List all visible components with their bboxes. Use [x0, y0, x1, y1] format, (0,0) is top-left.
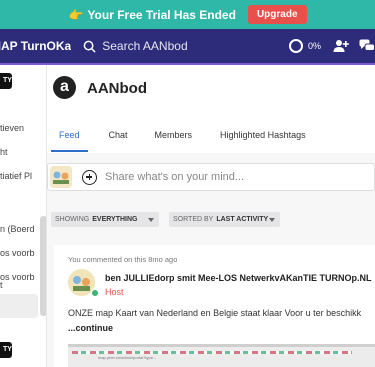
showing-filter-label: SHOWING — [55, 216, 90, 223]
group-header: a AANbod Feed Chat Members Highlighted H… — [47, 65, 375, 153]
group-tabs: Feed Chat Members Highlighted Hashtags — [47, 117, 375, 153]
post-body-text: ONZE map Kaart van Nederland en Belgie s… — [68, 308, 362, 318]
trial-banner: 👉 Your Free Trial Has Ended Upgrade — [0, 0, 375, 29]
sort-filter-dropdown[interactable]: SORTED BY LAST ACTIVITY — [169, 212, 280, 227]
sidebar-item[interactable]: tiatief Pl — [0, 171, 32, 181]
sidebar-item[interactable]: os voorb — [0, 272, 35, 282]
sort-filter-label: SORTED BY — [173, 216, 214, 223]
image-url-text: map.prier.co/admin/portal?type... — [98, 355, 157, 360]
group-logo: a — [53, 76, 76, 99]
pointing-hand-icon: 👉 — [68, 7, 84, 22]
post-author-title[interactable]: ben JULLIEdorp smit Mee-LOS NetwerkvAKan… — [105, 273, 372, 283]
chat-bubbles-icon[interactable] — [359, 39, 375, 53]
image-toolbar-strip — [72, 351, 352, 354]
tab-highlighted-hashtags[interactable]: Highlighted Hashtags — [220, 130, 306, 140]
progress-percentage: 0% — [307, 41, 321, 51]
trial-message: 👉 Your Free Trial Has Ended — [68, 7, 236, 22]
sidebar-badge-bottom[interactable]: TY — [0, 342, 12, 358]
add-user-icon[interactable] — [333, 39, 349, 53]
upgrade-button[interactable]: Upgrade — [247, 5, 307, 24]
online-status-indicator — [91, 289, 99, 297]
search-icon — [83, 40, 96, 53]
composer-placeholder[interactable]: Share what's on your mind... — [105, 171, 244, 183]
search-bar[interactable] — [83, 29, 283, 63]
sidebar-item[interactable]: t — [0, 280, 3, 290]
composer-avatar[interactable] — [50, 166, 72, 188]
showing-filter-dropdown[interactable]: SHOWING EVERYTHING — [51, 212, 159, 227]
sidebar-item[interactable]: ht — [0, 147, 8, 157]
tab-chat[interactable]: Chat — [109, 130, 128, 140]
sidebar-badge-top[interactable]: TY — [0, 73, 12, 89]
sidebar-item[interactable]: tieven — [0, 123, 24, 133]
plus-icon[interactable] — [82, 169, 97, 185]
sidebar-scrollbar[interactable] — [40, 216, 46, 316]
chevron-down-icon — [148, 218, 154, 222]
sort-filter-value: LAST ACTIVITY — [216, 216, 269, 223]
brand-name[interactable]: MAP TurnOKay — [0, 39, 71, 53]
chevron-down-icon — [269, 218, 275, 222]
post-body: ONZE map Kaart van Nederland en Belgie s… — [68, 306, 361, 336]
group-title: AANbod — [87, 80, 147, 97]
post-card: You commented on this 8mo ago ben JULLIE… — [54, 245, 375, 367]
progress-ring-icon[interactable] — [289, 39, 303, 53]
tab-feed[interactable]: Feed — [51, 130, 87, 152]
tab-members[interactable]: Members — [155, 130, 193, 140]
continue-link[interactable]: ...continue — [68, 321, 361, 336]
sidebar-selected-item[interactable] — [0, 294, 38, 318]
top-navigation-bar: MAP TurnOKay 0% — [0, 29, 375, 63]
post-activity-meta: You commented on this 8mo ago — [68, 255, 178, 264]
sidebar-item[interactable]: n (Boerd — [0, 224, 35, 234]
sidebar: TY tieven ht tiatief Pl n (Boerd os voor… — [0, 65, 47, 367]
sidebar-item[interactable]: os voorb — [0, 248, 35, 258]
main-content: a AANbod Feed Chat Members Highlighted H… — [47, 65, 375, 367]
showing-filter-value: EVERYTHING — [92, 216, 138, 223]
author-role-badge: Host — [105, 287, 124, 297]
post-image-screenshot[interactable]: map.prier.co/admin/portal?type... — [68, 344, 375, 367]
post-composer[interactable]: Share what's on your mind... — [47, 163, 375, 191]
search-input[interactable] — [102, 39, 273, 53]
